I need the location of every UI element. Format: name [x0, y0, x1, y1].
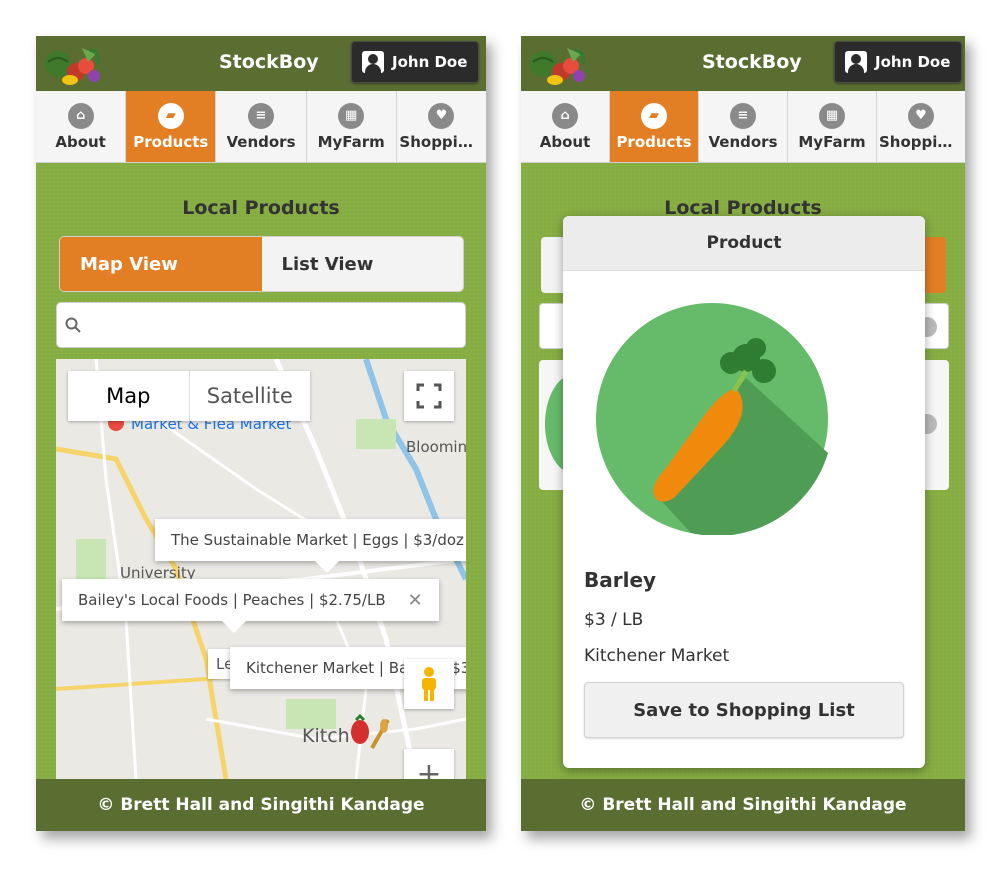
view-toggle: Map View List View: [59, 236, 464, 292]
map-label-kitch: Kitch: [302, 725, 350, 747]
nav-tabs: ⌂ About ▰ Products ≡ Vendors ▦ MyFarm ♥ …: [521, 91, 965, 163]
carrot-icon: [596, 303, 828, 535]
vegetables-logo-icon: [530, 48, 585, 85]
map-type-map-button[interactable]: Map: [68, 371, 190, 421]
search-input[interactable]: [56, 302, 466, 348]
user-name: John Doe: [875, 53, 951, 71]
footer: © Brett Hall and Singithi Kandage: [36, 779, 486, 831]
modal-header: Product: [563, 216, 925, 271]
map-marker-icon: [351, 714, 390, 749]
heart-icon: ♥: [428, 102, 455, 129]
tab-label: Shoppin…: [879, 132, 963, 151]
product-price: $3 / LB: [584, 610, 644, 630]
info-window-baileys[interactable]: Bailey's Local Foods | Peaches | $2.75/L…: [62, 579, 439, 633]
tab-about[interactable]: ⌂ About: [521, 91, 610, 162]
shopping-bag-icon: ▰: [641, 102, 667, 129]
pegman-icon: [422, 667, 436, 701]
list-icon: ≡: [730, 102, 756, 129]
product-modal: Product Barley $3 / LB Kitchener Market …: [563, 216, 925, 768]
product-name: Barley: [584, 568, 657, 592]
user-account-button[interactable]: John Doe: [351, 41, 479, 83]
app-header: StockBoy John Doe: [521, 36, 965, 91]
close-icon[interactable]: ✕: [408, 590, 423, 611]
tab-myfarm[interactable]: ▦ MyFarm: [788, 91, 877, 162]
app-title: StockBoy: [219, 51, 319, 73]
user-account-button[interactable]: John Doe: [834, 41, 962, 83]
tab-vendors[interactable]: ≡ Vendors: [699, 91, 788, 162]
search-icon: [65, 317, 81, 333]
phone-screen-map-view: StockBoy John Doe ⌂ About ▰ Products ≡ V…: [36, 36, 486, 831]
tab-label: MyFarm: [798, 132, 866, 151]
map-view-button[interactable]: Map View: [60, 237, 262, 291]
map-type-satellite-button[interactable]: Satellite: [190, 371, 311, 421]
phone-screen-product-modal: StockBoy John Doe ⌂ About ▰ Products ≡ V…: [521, 36, 965, 831]
vegetables-logo-icon: [45, 48, 100, 85]
tab-label: Products: [133, 132, 209, 151]
info-window-sustainable-market[interactable]: The Sustainable Market | Eggs | $3/doz: [155, 519, 466, 573]
map-type-control: Map Satellite: [68, 371, 310, 421]
tab-label: MyFarm: [317, 132, 385, 151]
user-icon: [845, 51, 867, 73]
info-window-text: Bailey's Local Foods | Peaches | $2.75/L…: [78, 591, 386, 609]
zoom-in-button[interactable]: +: [404, 749, 454, 779]
save-to-shopping-list-button[interactable]: Save to Shopping List: [584, 682, 904, 738]
app-title: StockBoy: [702, 51, 802, 73]
tab-label: Vendors: [226, 132, 296, 151]
home-icon: ⌂: [552, 102, 578, 129]
tab-myfarm[interactable]: ▦ MyFarm: [307, 91, 397, 162]
home-icon: ⌂: [67, 102, 94, 129]
tab-label: About: [539, 132, 591, 151]
tab-shopping-list[interactable]: ♥ Shoppin…: [877, 91, 965, 162]
fullscreen-icon: [416, 383, 442, 409]
list-view-button[interactable]: List View: [261, 237, 463, 291]
street-view-button[interactable]: [404, 659, 454, 709]
list-icon: ≡: [248, 102, 274, 129]
user-icon: [362, 51, 384, 73]
page-title: Local Products: [182, 197, 340, 219]
product-vendor: Kitchener Market: [584, 646, 730, 666]
map-label-bloomin: Bloomin: [406, 438, 466, 456]
grid-icon: ▦: [819, 102, 845, 129]
info-window-text: The Sustainable Market | Eggs | $3/doz: [171, 531, 464, 549]
map-panel[interactable]: Market & Flea Market Bloomin University …: [56, 359, 466, 779]
app-header: StockBoy John Doe: [36, 36, 486, 91]
user-name: John Doe: [392, 53, 468, 71]
tab-shopping-list[interactable]: ♥ Shoppin…: [397, 91, 486, 162]
nav-tabs: ⌂ About ▰ Products ≡ Vendors ▦ MyFarm ♥ …: [36, 91, 486, 163]
fullscreen-button[interactable]: [404, 371, 454, 421]
tab-label: Products: [616, 132, 692, 151]
tab-about[interactable]: ⌂ About: [36, 91, 127, 162]
heart-icon: ♥: [908, 102, 934, 129]
footer: © Brett Hall and Singithi Kandage: [521, 779, 965, 831]
tab-label: Vendors: [708, 132, 778, 151]
grid-icon: ▦: [338, 102, 365, 129]
tab-products[interactable]: ▰ Products: [126, 91, 217, 162]
tab-label: Shoppin…: [399, 132, 484, 151]
main-content: Local Products Map View List View Market…: [36, 164, 486, 779]
shopping-bag-icon: ▰: [157, 102, 184, 129]
tab-label: About: [55, 132, 106, 151]
tab-vendors[interactable]: ≡ Vendors: [216, 91, 307, 162]
tab-products[interactable]: ▰ Products: [610, 91, 699, 162]
